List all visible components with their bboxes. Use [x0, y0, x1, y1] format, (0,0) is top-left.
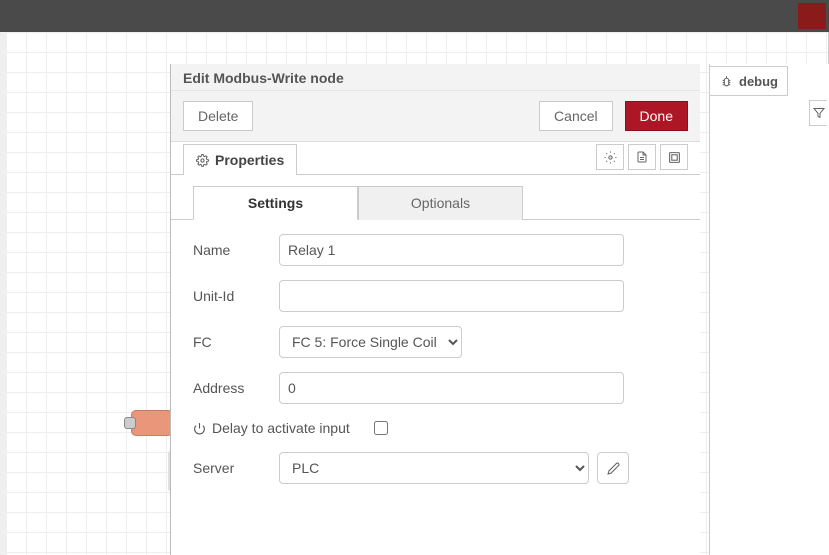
address-input[interactable]: [279, 372, 624, 404]
edit-panel-toolbar: Delete Cancel Done: [171, 91, 700, 142]
filter-icon: [813, 107, 825, 119]
delay-checkbox[interactable]: [374, 421, 388, 435]
gear-icon: [196, 154, 209, 167]
power-icon: [193, 422, 206, 435]
tab-properties-label: Properties: [215, 152, 284, 168]
layout-icon: [668, 151, 681, 164]
canvas-node[interactable]: [131, 410, 173, 436]
unitid-label: Unit-Id: [193, 288, 279, 304]
address-label: Address: [193, 380, 279, 396]
unitid-input[interactable]: [279, 280, 624, 312]
right-sidebar: debug: [709, 64, 829, 555]
tab-properties[interactable]: Properties: [183, 144, 297, 175]
file-icon: [636, 150, 648, 164]
node-settings-button[interactable]: [596, 144, 624, 170]
node-appearance-button[interactable]: [660, 144, 688, 170]
inner-tab-optionals[interactable]: Optionals: [358, 186, 523, 220]
cancel-button[interactable]: Cancel: [539, 101, 613, 131]
node-docs-button[interactable]: [628, 144, 656, 170]
workspace: Edit Modbus-Write node Delete Cancel Don…: [0, 32, 829, 555]
app-topbar: [0, 0, 829, 32]
server-edit-button[interactable]: [597, 452, 629, 484]
node-form: Name Unit-Id FC FC 5: Force Single Coil …: [171, 220, 700, 512]
sidebar-tab-debug[interactable]: debug: [710, 66, 788, 96]
server-label: Server: [193, 460, 279, 476]
menu-icon[interactable]: [798, 3, 826, 29]
pencil-icon: [607, 462, 620, 475]
filter-button[interactable]: [809, 100, 827, 126]
gear-icon: [604, 151, 617, 164]
edit-panel-tabs: Properties: [171, 142, 700, 175]
bug-icon: [720, 75, 733, 88]
fc-select[interactable]: FC 5: Force Single Coil: [279, 326, 462, 358]
delete-button[interactable]: Delete: [183, 101, 253, 131]
inner-tab-settings[interactable]: Settings: [193, 186, 358, 220]
done-button[interactable]: Done: [625, 101, 688, 131]
sidebar-tab-debug-label: debug: [739, 74, 778, 89]
fc-label: FC: [193, 334, 279, 350]
edit-panel: Edit Modbus-Write node Delete Cancel Don…: [170, 64, 700, 555]
inner-tabs: Settings Optionals: [171, 175, 700, 220]
name-label: Name: [193, 242, 279, 258]
delay-label: Delay to activate input: [212, 420, 350, 436]
server-select[interactable]: PLC: [279, 452, 589, 484]
edit-panel-title: Edit Modbus-Write node: [171, 64, 700, 91]
name-input[interactable]: [279, 234, 624, 266]
